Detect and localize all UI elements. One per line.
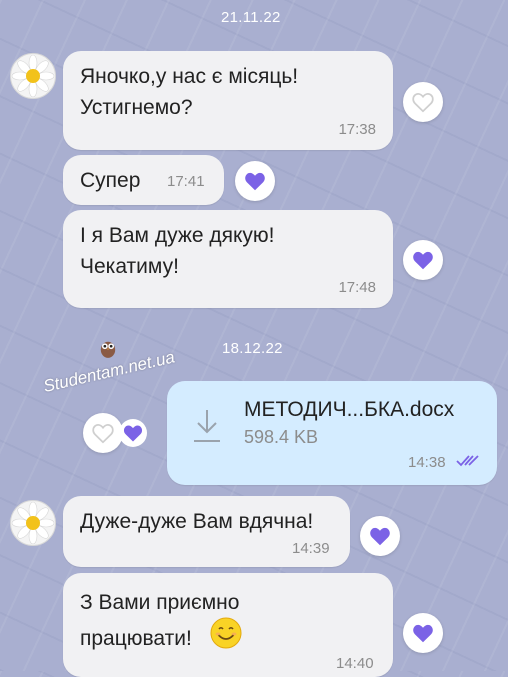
message-text: Дуже-дуже Вам вдячна! xyxy=(80,510,314,533)
message-text: Супер xyxy=(80,169,141,192)
heart-outline-icon xyxy=(412,93,434,113)
heart-icon xyxy=(119,419,147,447)
message-time: 17:38 xyxy=(338,121,376,138)
message-time: 17:41 xyxy=(167,173,205,190)
file-size: 598.4 KB xyxy=(244,427,319,447)
message-time: 14:40 xyxy=(336,655,374,672)
heart-icon xyxy=(413,624,433,643)
heart-outline-icon xyxy=(92,424,114,444)
message-text: Яночко,у нас є місяць! Устигнемо? xyxy=(80,65,299,119)
heart-icon xyxy=(370,527,390,546)
file-name: МЕТОДИЧ...БКА.docx xyxy=(244,398,455,421)
like-button[interactable] xyxy=(235,161,275,201)
incoming-message[interactable]: Дуже-дуже Вам вдячна! 14:39 xyxy=(63,496,350,567)
daisy-avatar-icon[interactable] xyxy=(10,53,56,99)
incoming-message[interactable]: І я Вам дуже дякую! Чекатиму! 17:48 xyxy=(63,210,393,308)
incoming-message[interactable]: Яночко,у нас є місяць! Устигнемо? 17:38 xyxy=(63,51,393,150)
like-button[interactable] xyxy=(403,240,443,280)
daisy-avatar-icon[interactable] xyxy=(10,500,56,546)
heart-icon xyxy=(245,172,265,191)
message-time: 14:39 xyxy=(292,540,330,557)
like-button[interactable] xyxy=(360,516,400,556)
message-time: 14:38 xyxy=(408,454,446,471)
heart-icon xyxy=(413,251,433,270)
message-text: І я Вам дуже дякую! Чекатиму! xyxy=(80,224,275,278)
incoming-message[interactable]: Супер 17:41 xyxy=(63,155,224,205)
like-button[interactable] xyxy=(403,82,443,122)
like-button[interactable] xyxy=(403,613,443,653)
double-check-icon xyxy=(456,454,482,473)
incoming-message[interactable]: З Вами приємно працювати! 14:40 xyxy=(63,573,393,677)
date-separator: 21.11.22 xyxy=(221,9,281,26)
download-icon[interactable] xyxy=(192,408,222,449)
smiling-face-icon xyxy=(210,617,242,654)
file-message[interactable]: МЕТОДИЧ...БКА.docx 598.4 KB 14:38 xyxy=(167,381,497,485)
like-button[interactable] xyxy=(83,413,123,453)
reaction-group[interactable] xyxy=(83,413,157,453)
date-separator: 18.12.22 xyxy=(222,340,283,357)
message-time: 17:48 xyxy=(338,279,376,296)
